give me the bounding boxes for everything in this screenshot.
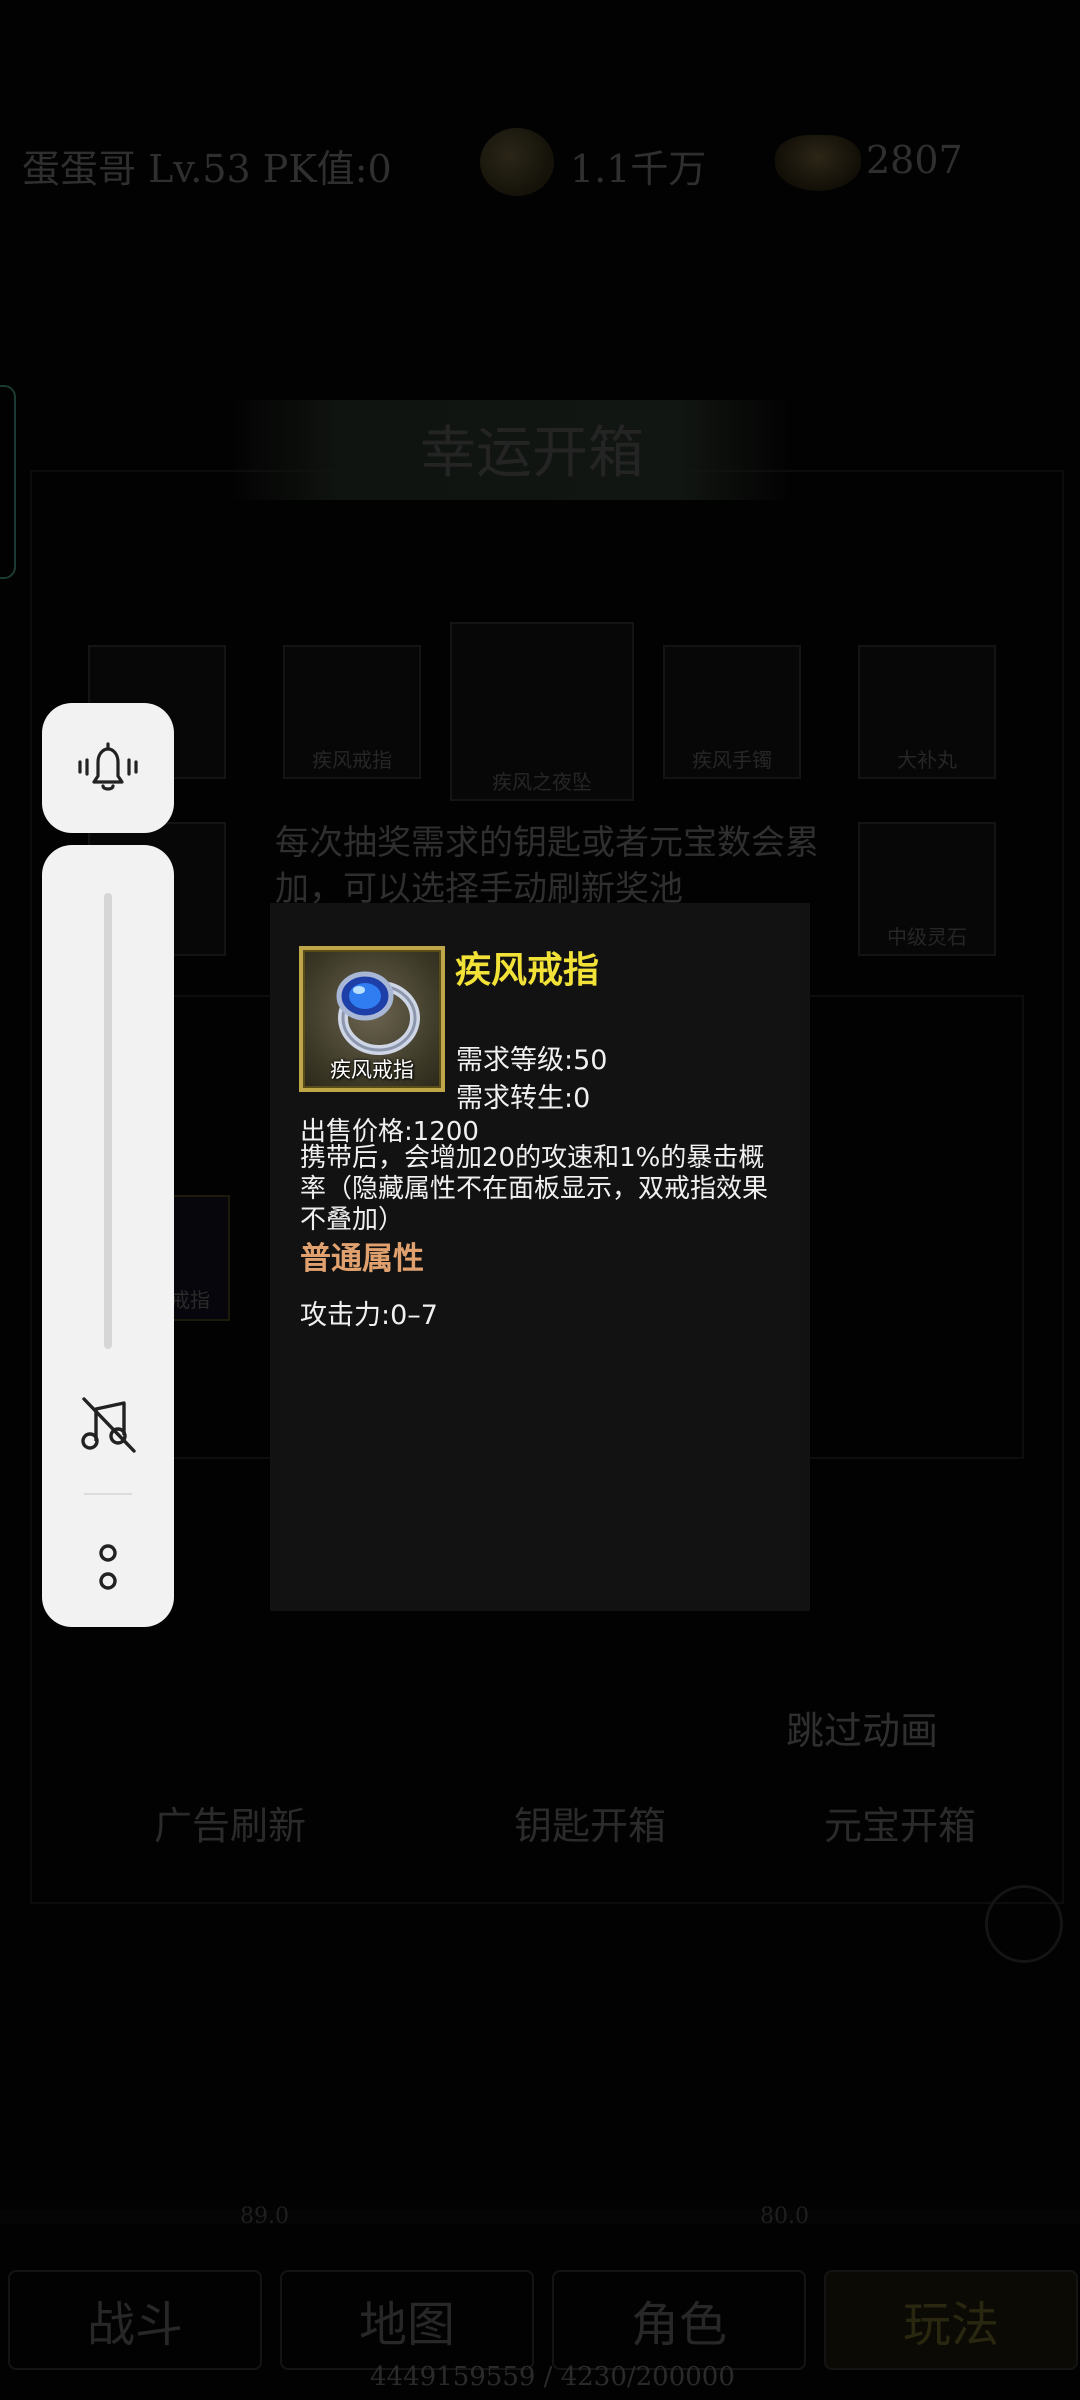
required-rebirth: 需求转生:0 bbox=[456, 1083, 591, 1114]
volume-slider[interactable] bbox=[104, 893, 112, 1349]
more-options-icon[interactable] bbox=[88, 1533, 128, 1603]
key-open-button[interactable]: 钥匙开箱 bbox=[440, 1790, 740, 1854]
chest-title: 幸运开箱 bbox=[420, 421, 644, 486]
reward-slot-label: 疾风之夜坠 bbox=[492, 770, 592, 794]
reward-slot-label: 疾风手镯 bbox=[692, 748, 772, 772]
attribute-section-title: 普通属性 bbox=[300, 1241, 424, 1277]
attack-stat: 攻击力:0–7 bbox=[300, 1300, 438, 1331]
player-info: 蛋蛋哥 Lv.53 PK值:0 bbox=[22, 147, 392, 191]
edge-pull-tab[interactable] bbox=[0, 385, 16, 579]
gold-amount: 1.1千万 bbox=[570, 147, 707, 191]
ring-icon bbox=[336, 971, 420, 1055]
lottery-description: 每次抽奖需求的钥匙或者元宝数会累加，可以选择手动刷新奖池 bbox=[275, 823, 819, 909]
tab-map[interactable]: 地图 bbox=[280, 2270, 534, 2370]
notification-toggle-button[interactable] bbox=[42, 703, 174, 833]
bell-vibrate-icon bbox=[78, 742, 138, 791]
reward-slot-label: 疾风戒指 bbox=[312, 748, 392, 772]
item-name: 疾风戒指 bbox=[455, 950, 600, 991]
reward-slot[interactable]: 疾风戒指 bbox=[283, 645, 421, 779]
reward-slot-label: 大补丸 bbox=[897, 748, 957, 772]
music-off-icon[interactable] bbox=[76, 1393, 140, 1457]
item-icon-caption: 疾风戒指 bbox=[330, 1058, 414, 1082]
reward-slot[interactable]: 大补丸 bbox=[858, 645, 996, 779]
tab-combat[interactable]: 战斗 bbox=[8, 2270, 262, 2370]
reward-item-label: 戒指 bbox=[170, 1288, 210, 1312]
exp-value-left: 89.0 bbox=[240, 2204, 289, 2229]
game-screen: 蛋蛋哥 Lv.53 PK值:0 1.1千万 2807 幸运开箱 疾风戒指 疾风之… bbox=[0, 0, 1080, 2400]
reward-slot-featured[interactable]: 疾风之夜坠 bbox=[450, 622, 634, 801]
refresh-icon[interactable] bbox=[985, 1885, 1063, 1963]
gold-coin-icon bbox=[480, 128, 554, 196]
ingot-open-button[interactable]: 元宝开箱 bbox=[770, 1790, 1030, 1854]
reward-slot-label: 中级灵石 bbox=[887, 925, 967, 949]
status-readout: 4449159559 / 4230/200000 bbox=[370, 2362, 735, 2392]
ingot-icon bbox=[775, 135, 861, 191]
exp-bar bbox=[0, 2210, 1080, 2224]
tab-character[interactable]: 角色 bbox=[552, 2270, 806, 2370]
skip-animation-button[interactable]: 跳过动画 bbox=[786, 1700, 938, 1755]
exp-value-right: 80.0 bbox=[760, 2204, 809, 2229]
tab-gameplay[interactable]: 玩法 bbox=[824, 2270, 1078, 2370]
reward-slot[interactable]: 中级灵石 bbox=[858, 822, 996, 956]
required-level: 需求等级:50 bbox=[456, 1045, 608, 1076]
item-tooltip: 疾风戒指 疾风戒指 需求等级:50 需求转生:0 出售价格:1200 携带后，会… bbox=[270, 903, 810, 1611]
ad-refresh-button[interactable]: 广告刷新 bbox=[110, 1790, 350, 1854]
floating-toolbar bbox=[42, 845, 174, 1627]
ingot-amount: 2807 bbox=[866, 138, 963, 182]
item-description: 携带后，会增加20的攻速和1%的暴击概率（隐藏属性不在面板显示，双戒指效果不叠加… bbox=[300, 1143, 769, 1235]
reward-slot[interactable]: 疾风手镯 bbox=[663, 645, 801, 779]
item-icon: 疾风戒指 bbox=[299, 946, 445, 1092]
toolbar-divider bbox=[84, 1493, 132, 1495]
